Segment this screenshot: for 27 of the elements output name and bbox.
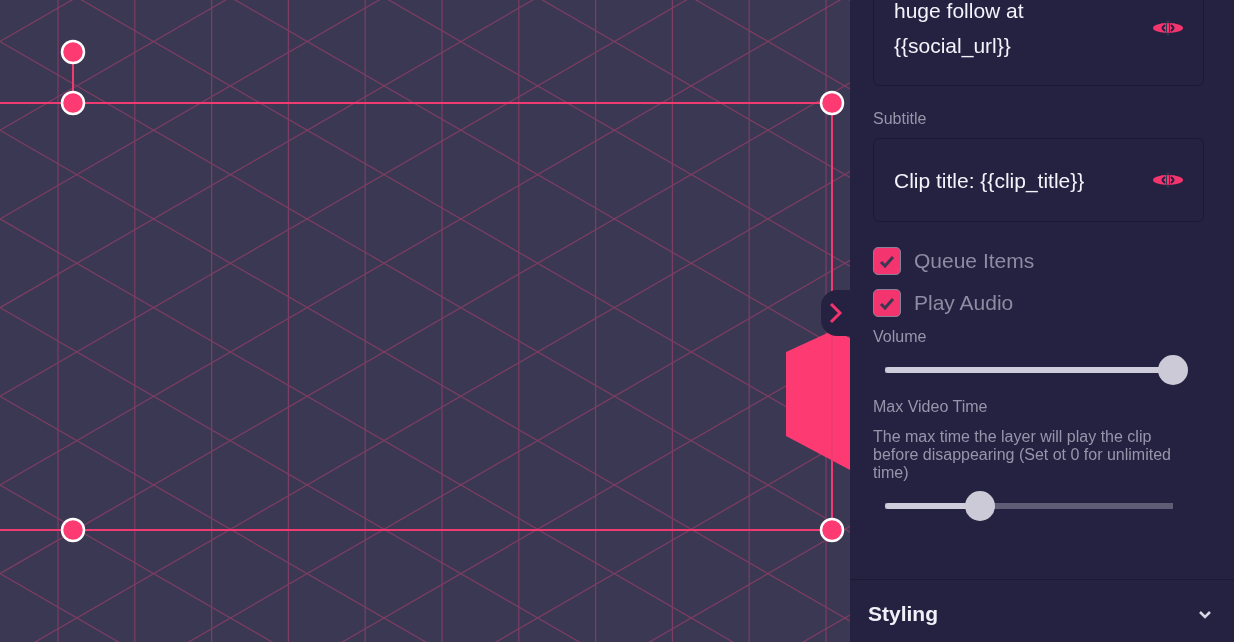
variable-icon[interactable] xyxy=(1153,172,1183,188)
subtitle-text: Clip title: {{clip_title}} xyxy=(894,167,1085,195)
resize-handle[interactable] xyxy=(819,517,845,543)
check-icon xyxy=(879,296,895,310)
message-text: huge follow at {{social_url}} xyxy=(894,0,1024,60)
message-field[interactable]: huge follow at {{social_url}} xyxy=(873,0,1204,86)
resize-handle[interactable] xyxy=(819,90,845,116)
resize-handle[interactable] xyxy=(60,39,86,65)
chevron-right-icon xyxy=(829,302,843,324)
chevron-down-icon[interactable] xyxy=(1198,610,1212,620)
checkbox-label: Queue Items xyxy=(914,249,1035,273)
section-title[interactable]: Styling xyxy=(868,602,938,626)
max-video-time-label: Max Video Time xyxy=(873,398,989,416)
volume-label: Volume xyxy=(873,328,928,346)
check-icon xyxy=(879,254,895,268)
resize-handle[interactable] xyxy=(60,90,86,116)
checkbox[interactable] xyxy=(873,289,901,317)
slider-thumb[interactable] xyxy=(1158,355,1188,385)
slider-thumb[interactable] xyxy=(965,491,996,521)
checkbox[interactable] xyxy=(873,247,901,275)
variable-icon[interactable] xyxy=(1153,20,1183,36)
collapse-panel-button[interactable] xyxy=(821,290,851,336)
checkbox-label: Play Audio xyxy=(914,291,1014,315)
field-label: Subtitle xyxy=(873,110,928,128)
max-video-time-description: The max time the layer will play the clip before disappearing (Set ot 0 for unlimited time) xyxy=(873,428,1172,482)
resize-handle[interactable] xyxy=(60,517,86,543)
subtitle-field[interactable]: Clip title: {{clip_title}} xyxy=(873,138,1204,222)
